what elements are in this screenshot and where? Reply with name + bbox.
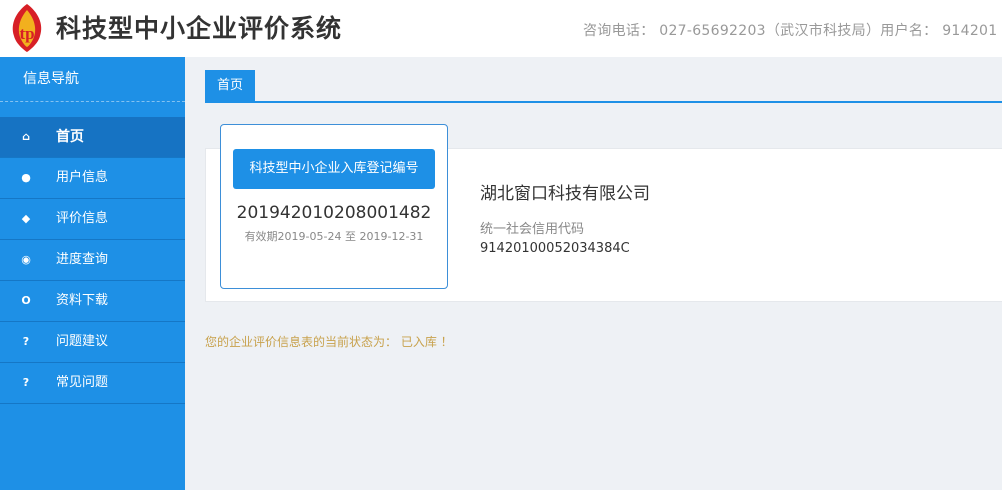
eye-icon: ◉ — [21, 253, 31, 266]
sidebar-item-3[interactable]: ◆ 评价信息 — [0, 199, 185, 240]
sidebar-item-2[interactable]: ● 用户信息 — [0, 158, 185, 199]
sidebar-item-5[interactable]: O 资料下载 — [0, 281, 185, 322]
sidebar-menu: ⌂ 首页 ● 用户信息 ◆ 评价信息 ◉ 进度查询 O 资料下载? 问题建议? 常见问题 — [0, 117, 185, 404]
sidebar-item-1[interactable]: ⌂ 首页 — [0, 117, 185, 158]
sidebar-item-label: 进度查询 — [56, 252, 109, 267]
sidebar: 信息导航 ⌂ 首页 ● 用户信息 ◆ 评价信息 ◉ 进度查询 O 资料下载? 问题建议? 常见问题 — [0, 57, 185, 490]
certificate-number: 201942010208001482 — [236, 203, 432, 223]
sidebar-item-label: 用户信息 — [56, 170, 109, 185]
sidebar-item-label: 首页 — [56, 129, 84, 145]
company-name: 湖北窗口科技有限公司 — [480, 184, 650, 204]
header-bar: tp 科技型中小企业评价系统 咨询电话： 027-65692203（武汉市科技局… — [0, 0, 1002, 57]
tab-home[interactable]: 首页 — [205, 70, 255, 101]
contact-info: 咨询电话： 027-65692203（武汉市科技局）用户名： 914201 — [583, 23, 998, 39]
certificate-card: 科技型中小企业入库登记编号 201942010208001482 有效期2019… — [220, 124, 448, 289]
app-title: 科技型中小企业评价系统 — [56, 14, 343, 43]
sidebar-title: 信息导航 — [0, 57, 185, 102]
sidebar-item-label: 资料下载 — [56, 293, 109, 308]
sidebar-item-label: 问题建议 — [56, 334, 109, 349]
credit-code-label: 统一社会信用代码 — [480, 222, 585, 237]
tag-icon: ◆ — [21, 212, 31, 225]
logo-icon: tp — [12, 4, 42, 52]
status-message: 您的企业评价信息表的当前状态为： 已入库 ！ — [205, 335, 453, 349]
sidebar-item-6[interactable]: ? 问题建议 — [0, 322, 185, 363]
question-icon: ? — [22, 335, 30, 348]
credit-code-value: 91420100052034384C — [480, 241, 630, 256]
question-icon: ? — [22, 376, 30, 389]
sidebar-item-label: 常见问题 — [56, 375, 109, 390]
validity-period: 有效期2019-05-24 至 2019-12-31 — [244, 230, 424, 243]
download-icon: O — [21, 294, 31, 307]
certificate-title-button[interactable]: 科技型中小企业入库登记编号 — [233, 149, 435, 189]
home-icon: ⌂ — [22, 130, 30, 143]
svg-text:tp: tp — [19, 24, 34, 43]
tab-bar: 首页 — [205, 70, 1002, 103]
sidebar-item-4[interactable]: ◉ 进度查询 — [0, 240, 185, 281]
sidebar-item-label: 评价信息 — [56, 211, 109, 226]
user-icon: ● — [21, 171, 31, 184]
sidebar-item-7[interactable]: ? 常见问题 — [0, 363, 185, 404]
